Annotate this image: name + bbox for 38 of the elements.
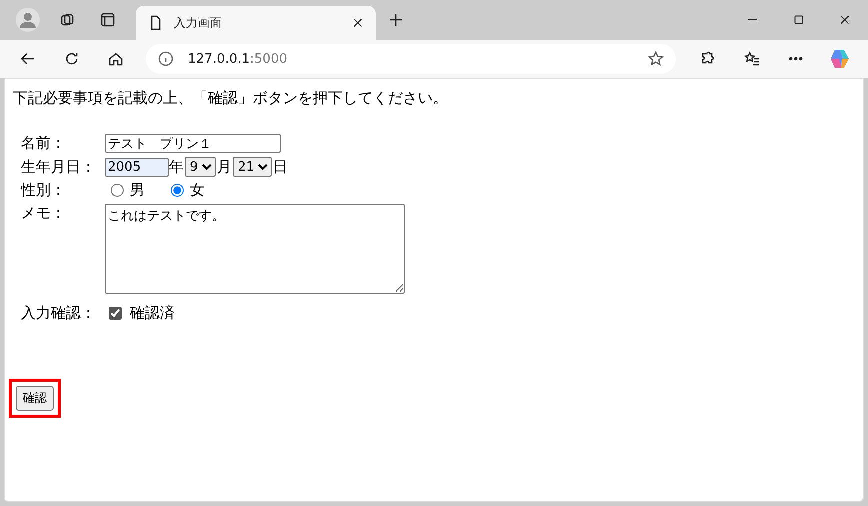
- unit-text: 日: [273, 158, 288, 176]
- month-select[interactable]: 9: [185, 157, 216, 177]
- maximize-icon[interactable]: [793, 14, 805, 26]
- radio-button[interactable]: [111, 184, 124, 197]
- field-label: メモ：: [21, 204, 67, 223]
- new-tab-icon[interactable]: [388, 12, 404, 28]
- unit-text: 月: [217, 158, 232, 176]
- collections-icon[interactable]: [60, 12, 76, 28]
- checkbox[interactable]: [109, 307, 122, 320]
- checkbox-label: 確認済: [130, 304, 175, 323]
- instruction-text: 下記必要事項を記載の上、「確認」ボタンを押下してください。: [13, 89, 449, 108]
- url-text: 127.0.0.1:5000: [188, 52, 288, 66]
- home-icon[interactable]: [108, 51, 124, 67]
- favorites-icon[interactable]: [744, 51, 760, 67]
- field-label: 生年月日：: [21, 158, 97, 176]
- day-select[interactable]: 21: [233, 157, 272, 177]
- close-icon[interactable]: [839, 14, 851, 26]
- copilot-icon[interactable]: [829, 48, 851, 70]
- refresh-icon[interactable]: [64, 51, 80, 67]
- memo-field[interactable]: これはテストです。: [105, 204, 405, 294]
- field-label: 入力確認：: [21, 304, 97, 323]
- browser-tab[interactable]: 入力画面: [136, 6, 376, 40]
- field-label: 名前：: [21, 134, 67, 153]
- back-icon[interactable]: [20, 51, 36, 67]
- radio-label: 男: [130, 181, 145, 200]
- address-bar[interactable]: 127.0.0.1:5000: [146, 44, 676, 74]
- name-field[interactable]: テスト プリン１: [105, 134, 281, 153]
- info-icon: [158, 51, 174, 67]
- unit-text: 年: [169, 158, 184, 176]
- year-field[interactable]: 2005: [105, 158, 169, 176]
- radio-button[interactable]: [171, 184, 184, 197]
- confirm-button[interactable]: 確認: [16, 386, 54, 411]
- close-icon[interactable]: [352, 17, 364, 29]
- star-icon[interactable]: [648, 51, 664, 67]
- field-label: 性別：: [21, 181, 67, 200]
- tab-layout-icon[interactable]: [100, 12, 116, 28]
- radio-label: 女: [190, 181, 205, 200]
- avatar-icon[interactable]: [16, 8, 40, 32]
